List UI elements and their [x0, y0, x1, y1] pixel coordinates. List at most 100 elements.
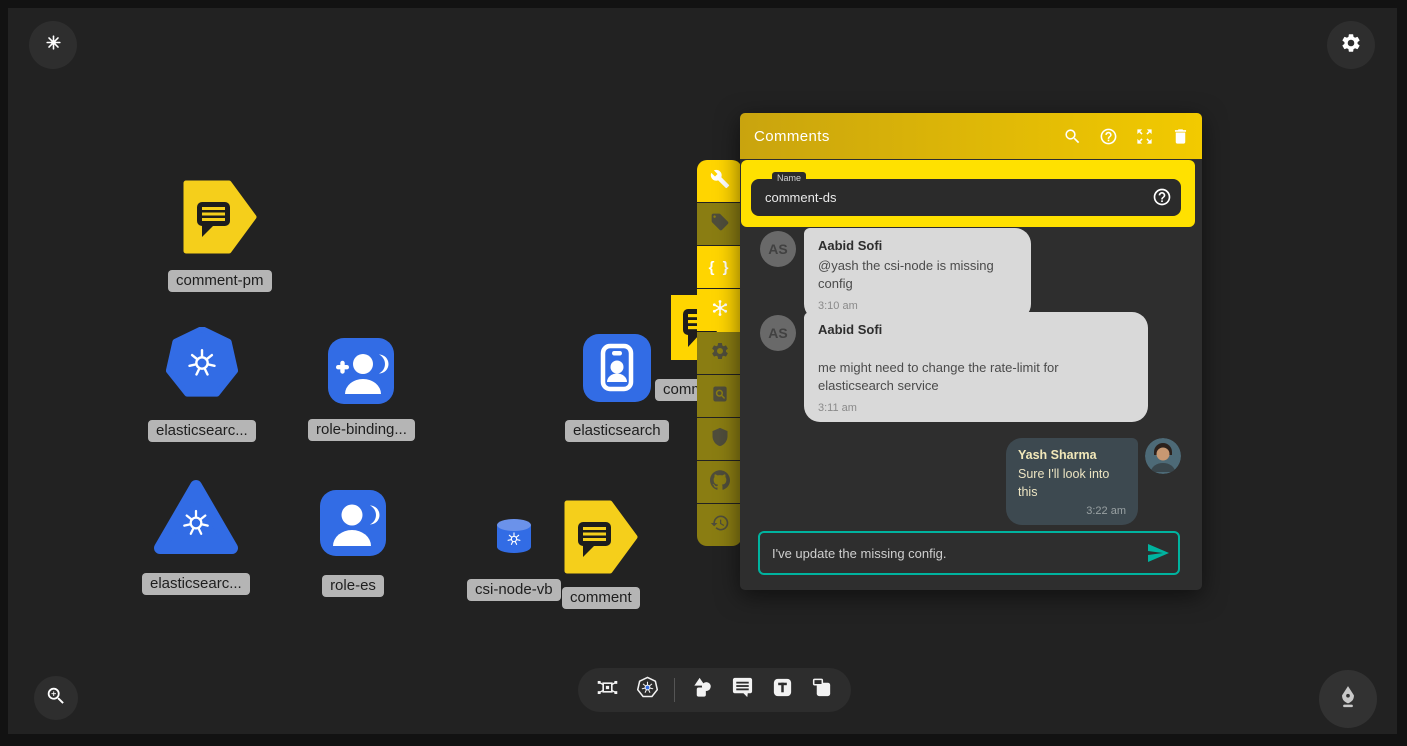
- trash-icon: [1171, 127, 1190, 146]
- node-csi-node-vb[interactable]: csi-node-vb: [467, 518, 561, 601]
- components-tool-button[interactable]: [590, 671, 624, 709]
- name-field-section: Name: [741, 160, 1195, 227]
- node-elasticsearch-heptagon[interactable]: elasticsearc...: [148, 327, 256, 442]
- zoom-in-button[interactable]: [34, 676, 78, 720]
- role-binding-icon: [328, 338, 394, 409]
- document-search-icon: [710, 384, 730, 409]
- comment-shape-icon: [183, 180, 257, 259]
- node-role-binding[interactable]: role-binding...: [308, 338, 415, 441]
- mesh-button[interactable]: [697, 289, 742, 331]
- snowflake-logo-icon: [44, 33, 63, 57]
- node-elasticsearch-triangle[interactable]: elasticsearc...: [142, 479, 250, 595]
- chat-message: Aabid Sofi @yash the csi-node is missing…: [804, 228, 1031, 320]
- name-input[interactable]: [751, 190, 1181, 205]
- kubernetes-heptagon-icon: [166, 327, 238, 404]
- send-button[interactable]: [1138, 541, 1178, 565]
- chat-message: Yash Sharma Sure I'll look into this 3:2…: [1006, 438, 1138, 525]
- node-comment[interactable]: comment: [562, 500, 640, 609]
- message-text: Sure I'll look into this: [1018, 465, 1126, 501]
- history-icon: [710, 513, 730, 538]
- github-button[interactable]: [697, 461, 742, 503]
- zoom-in-icon: [45, 685, 67, 712]
- send-icon: [1146, 541, 1170, 565]
- search-button[interactable]: [1063, 127, 1082, 146]
- pen-nib-icon: [1335, 684, 1361, 715]
- json-button[interactable]: { }: [697, 246, 742, 288]
- node-label: elasticsearc...: [142, 573, 250, 595]
- expand-button[interactable]: [1135, 127, 1154, 146]
- storage-cylinder-icon: [495, 518, 533, 559]
- message-author: Aabid Sofi: [818, 322, 1134, 337]
- comments-panel: Comments Name AS Aabid Sofi @yash th: [740, 113, 1202, 590]
- shapes-tool-button[interactable]: [685, 671, 719, 709]
- app-logo-button[interactable]: [29, 21, 77, 69]
- node-label: comment-pm: [168, 270, 272, 292]
- id-badge-icon: [583, 334, 651, 407]
- comment-bubble-icon: [731, 676, 754, 704]
- node-label: role-binding...: [308, 419, 415, 441]
- kubernetes-triangle-icon: [153, 479, 239, 560]
- history-button[interactable]: [697, 504, 742, 546]
- comment-shape-icon: [564, 500, 638, 579]
- delete-button[interactable]: [1171, 127, 1190, 146]
- message-time: 3:22 am: [1018, 505, 1126, 517]
- help-icon: [1152, 187, 1172, 207]
- shield-icon: [710, 427, 730, 452]
- node-role-es[interactable]: role-es: [320, 490, 386, 597]
- avatar: AS: [760, 231, 796, 267]
- node-action-toolbar: { }: [697, 160, 742, 546]
- inspect-config-button[interactable]: [697, 375, 742, 417]
- avatar: [1145, 438, 1181, 474]
- message-author: Aabid Sofi: [818, 238, 1017, 253]
- tag-icon: [710, 212, 730, 237]
- wrench-icon: [710, 169, 730, 194]
- message-text: @yash the csi-node is missing config: [818, 257, 1017, 293]
- help-icon: [1099, 127, 1118, 146]
- tag-button[interactable]: [697, 203, 742, 245]
- settings-action-button[interactable]: [697, 332, 742, 374]
- expand-icon: [1135, 127, 1154, 146]
- shapes-icon: [691, 676, 714, 704]
- message-composer: [758, 531, 1180, 575]
- text-tool-button[interactable]: [765, 671, 799, 709]
- app-frame: comment-pm elasticsearc... role-binding.…: [0, 0, 1407, 746]
- node-label: csi-node-vb: [467, 579, 561, 601]
- configure-button[interactable]: [697, 160, 742, 202]
- mesh-hub-icon: [710, 298, 730, 323]
- pen-tool-button[interactable]: [1319, 670, 1377, 728]
- role-icon: [320, 490, 386, 561]
- settings-button[interactable]: [1327, 21, 1375, 69]
- security-button[interactable]: [697, 418, 742, 460]
- node-elasticsearch[interactable]: elasticsearch: [565, 334, 669, 442]
- search-icon: [1063, 127, 1082, 146]
- gear-icon: [1340, 32, 1362, 59]
- comment-tool-button[interactable]: [725, 671, 759, 709]
- kubernetes-tool-button[interactable]: [630, 671, 664, 709]
- message-input[interactable]: [760, 546, 1138, 561]
- frame-tool-icon: [811, 676, 834, 704]
- frame-tool-button[interactable]: [805, 671, 839, 709]
- chat-message: Aabid Sofi me might need to change the r…: [804, 312, 1148, 422]
- gear-icon: [710, 341, 730, 366]
- message-text: me might need to change the rate-limit f…: [818, 359, 1134, 395]
- node-comment-pm[interactable]: comment-pm: [168, 180, 272, 292]
- node-label: elasticsearc...: [148, 420, 256, 442]
- name-field-label: Name: [772, 172, 806, 184]
- avatar: AS: [760, 315, 796, 351]
- node-label: elasticsearch: [565, 420, 669, 442]
- component-graph-icon: [596, 676, 619, 704]
- panel-title: Comments: [754, 128, 1063, 145]
- toolbar-divider: [674, 678, 675, 702]
- message-author: Yash Sharma: [1018, 448, 1126, 462]
- github-icon: [710, 470, 730, 495]
- help-button[interactable]: [1099, 127, 1118, 146]
- name-help-button[interactable]: [1152, 187, 1172, 212]
- design-canvas[interactable]: comment-pm elasticsearc... role-binding.…: [8, 8, 1397, 734]
- comments-panel-header[interactable]: Comments: [740, 113, 1202, 159]
- node-label: comment: [562, 587, 640, 609]
- canvas-tools-toolbar: [578, 668, 851, 712]
- message-time: 3:10 am: [818, 300, 1017, 312]
- text-tool-icon: [771, 676, 794, 704]
- braces-icon: { }: [709, 259, 731, 276]
- node-label: role-es: [322, 575, 384, 597]
